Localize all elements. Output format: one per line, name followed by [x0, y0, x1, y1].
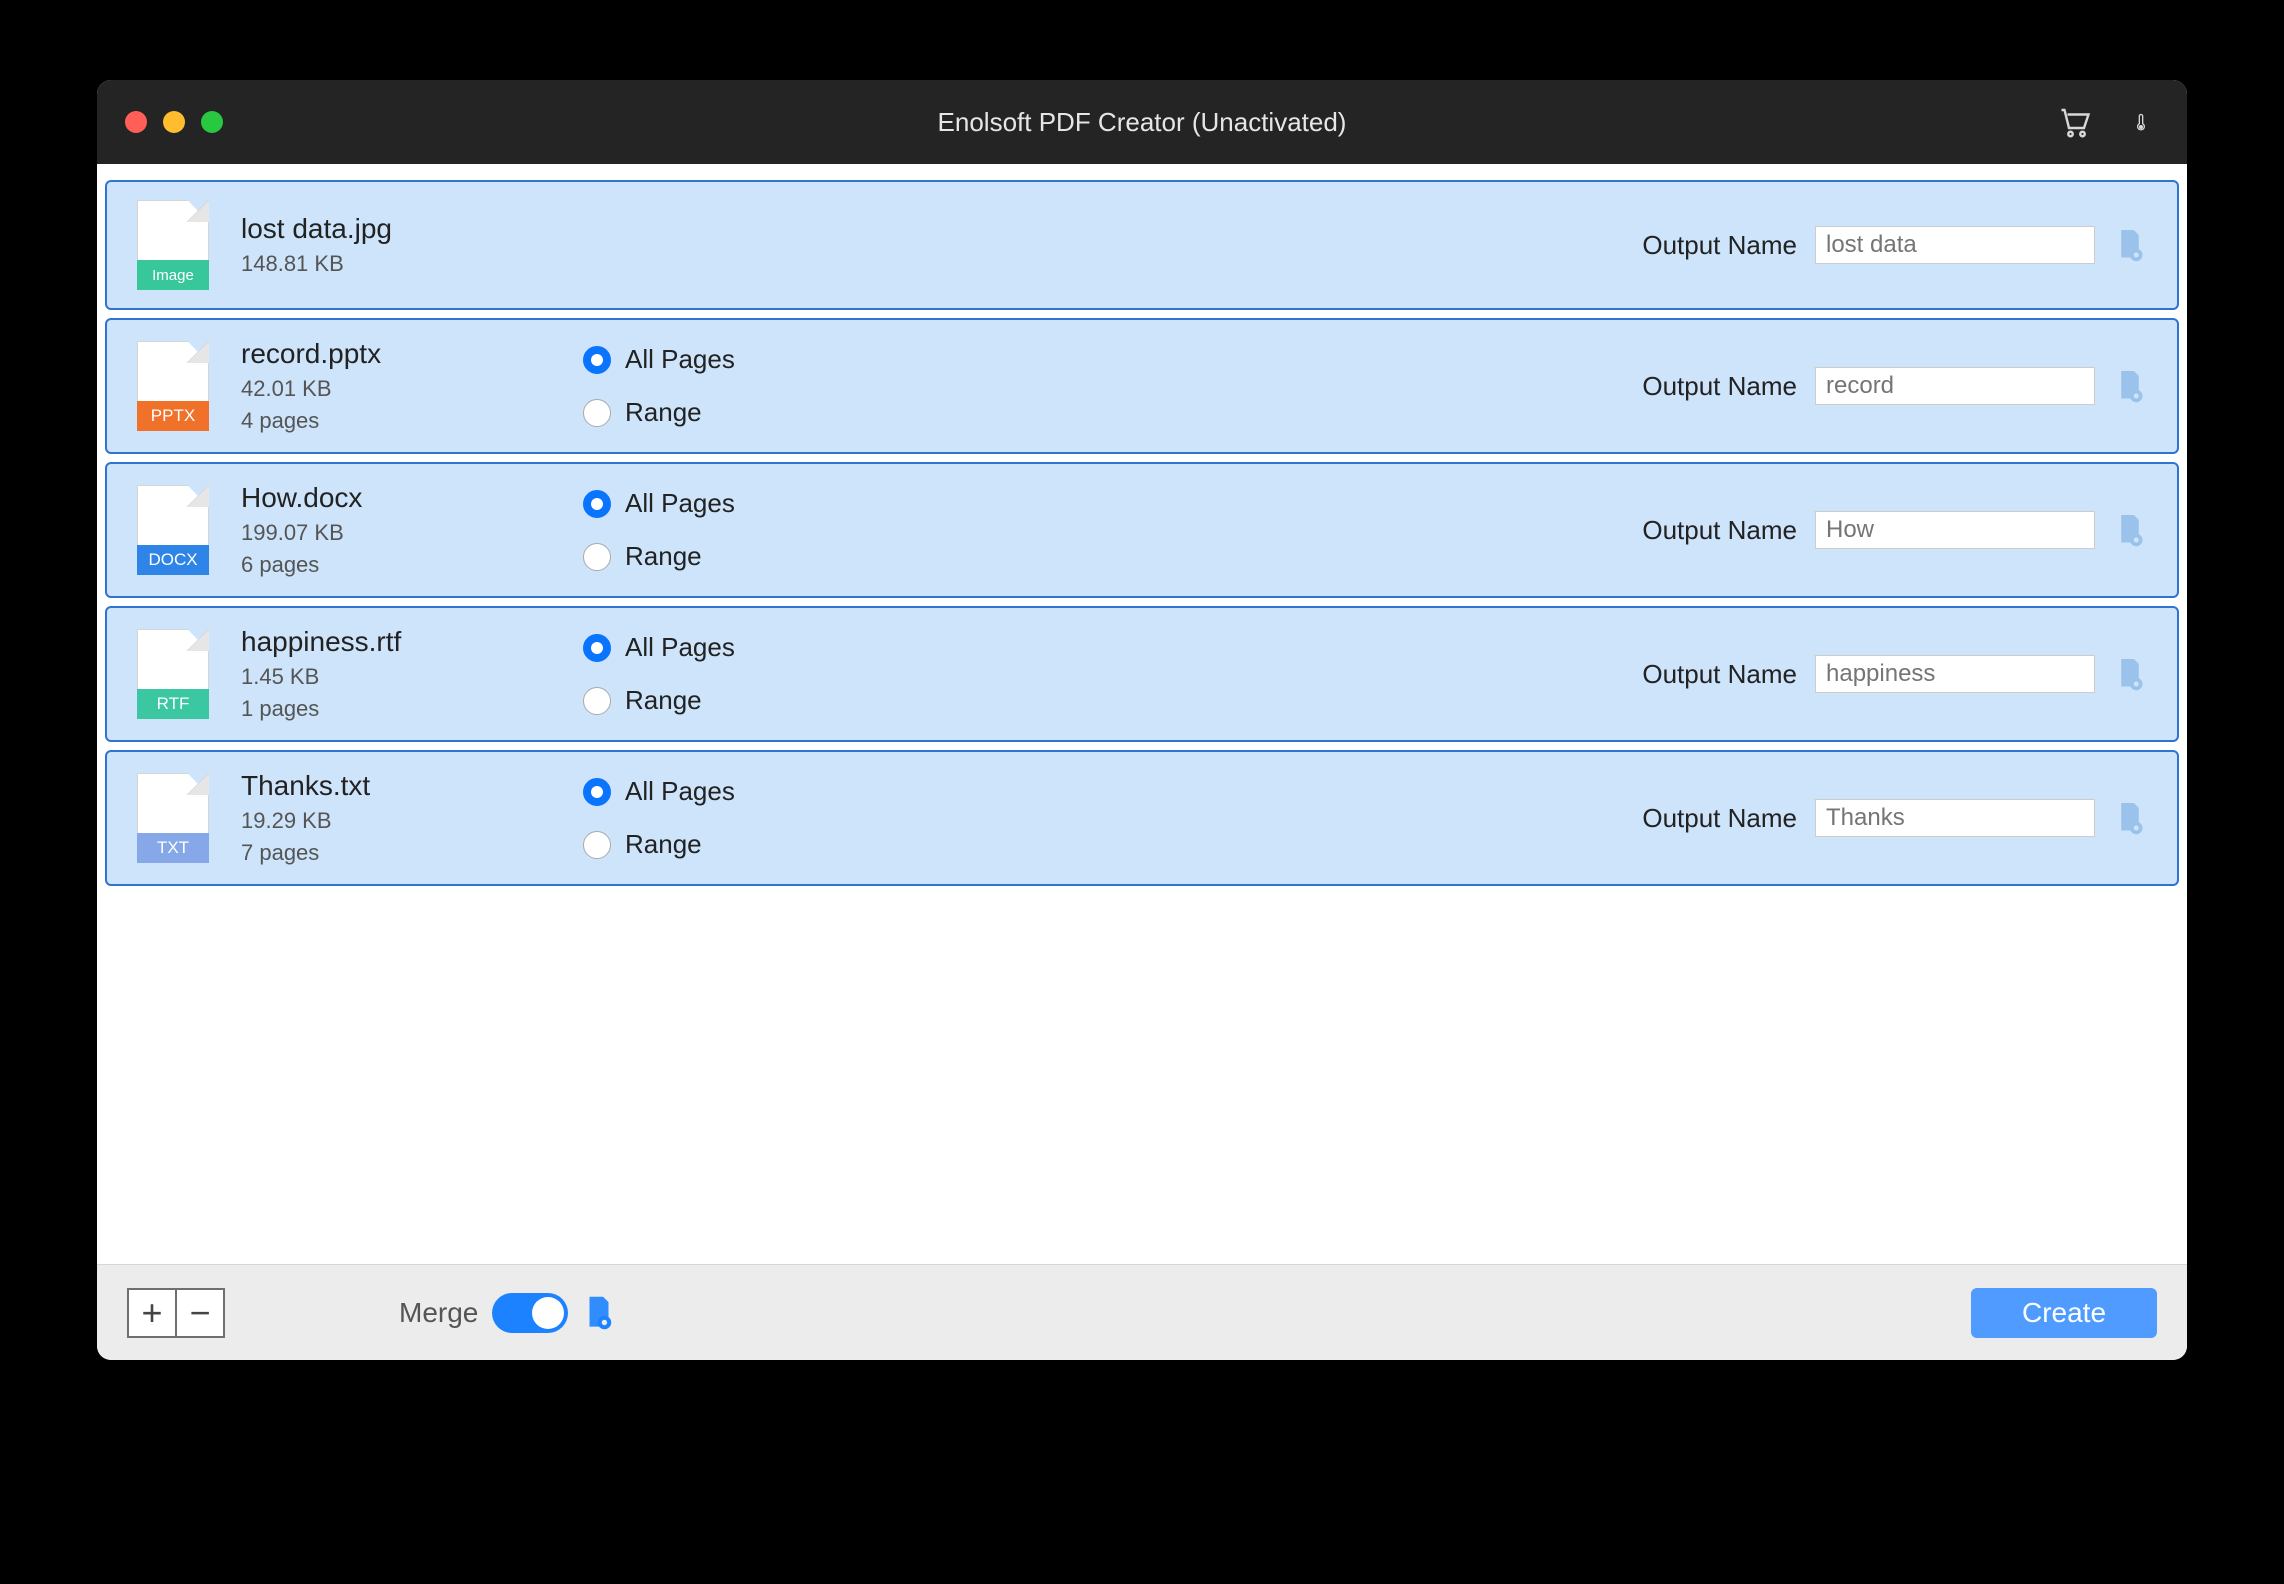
file-name: record.pptx — [241, 338, 551, 370]
range-radio[interactable] — [583, 831, 611, 859]
file-meta: Thanks.txt 19.29 KB 7 pages — [241, 770, 551, 866]
file-pages: 1 pages — [241, 696, 551, 722]
file-settings-icon[interactable] — [2113, 655, 2147, 693]
file-settings-icon[interactable] — [2113, 511, 2147, 549]
page-range-group: All Pages Range — [583, 344, 883, 428]
file-name: happiness.rtf — [241, 626, 551, 658]
add-file-button[interactable]: + — [127, 1288, 177, 1338]
all-pages-label: All Pages — [625, 776, 735, 807]
all-pages-label: All Pages — [625, 488, 735, 519]
range-radio[interactable] — [583, 543, 611, 571]
all-pages-radio[interactable] — [583, 346, 611, 374]
file-meta: record.pptx 42.01 KB 4 pages — [241, 338, 551, 434]
file-badge: RTF — [137, 689, 209, 719]
file-size: 1.45 KB — [241, 664, 551, 690]
output-name-input[interactable] — [1815, 226, 2095, 264]
file-settings-icon[interactable] — [2113, 367, 2147, 405]
file-pages: 6 pages — [241, 552, 551, 578]
output-name-input[interactable] — [1815, 511, 2095, 549]
thermometer-icon[interactable] — [2123, 104, 2159, 140]
file-settings-icon[interactable] — [2113, 226, 2147, 264]
file-name: lost data.jpg — [241, 213, 551, 245]
range-label: Range — [625, 685, 702, 716]
create-button[interactable]: Create — [1971, 1288, 2157, 1338]
output-name-label: Output Name — [1642, 659, 1797, 690]
all-pages-label: All Pages — [625, 344, 735, 375]
all-pages-radio[interactable] — [583, 490, 611, 518]
output-name-label: Output Name — [1642, 230, 1797, 261]
merge-toggle[interactable] — [492, 1293, 568, 1333]
file-badge: TXT — [137, 833, 209, 863]
remove-file-button[interactable]: − — [175, 1288, 225, 1338]
output-name-label: Output Name — [1642, 371, 1797, 402]
app-window: Enolsoft PDF Creator (Unactivated) Image… — [97, 80, 2187, 1360]
page-range-group: All Pages Range — [583, 632, 883, 716]
file-name: Thanks.txt — [241, 770, 551, 802]
file-meta: lost data.jpg 148.81 KB — [241, 213, 551, 277]
file-type-icon: RTF — [137, 629, 209, 719]
file-meta: happiness.rtf 1.45 KB 1 pages — [241, 626, 551, 722]
file-meta: How.docx 199.07 KB 6 pages — [241, 482, 551, 578]
file-row[interactable]: RTF happiness.rtf 1.45 KB 1 pages All Pa… — [105, 606, 2179, 742]
window-title: Enolsoft PDF Creator (Unactivated) — [97, 107, 2187, 138]
minimize-window-button[interactable] — [163, 111, 185, 133]
file-name: How.docx — [241, 482, 551, 514]
merge-label: Merge — [399, 1297, 478, 1329]
range-label: Range — [625, 397, 702, 428]
output-name-input[interactable] — [1815, 367, 2095, 405]
page-range-group: All Pages Range — [583, 776, 883, 860]
output-name-label: Output Name — [1642, 515, 1797, 546]
file-badge: DOCX — [137, 545, 209, 575]
range-radio[interactable] — [583, 687, 611, 715]
range-label: Range — [625, 541, 702, 572]
range-radio[interactable] — [583, 399, 611, 427]
file-size: 42.01 KB — [241, 376, 551, 402]
file-row[interactable]: PPTX record.pptx 42.01 KB 4 pages All Pa… — [105, 318, 2179, 454]
file-pages: 7 pages — [241, 840, 551, 866]
file-list: Image lost data.jpg 148.81 KB Output Nam… — [97, 164, 2187, 1264]
file-badge: Image — [137, 260, 209, 290]
window-controls — [125, 111, 223, 133]
close-window-button[interactable] — [125, 111, 147, 133]
titlebar: Enolsoft PDF Creator (Unactivated) — [97, 80, 2187, 164]
cart-icon[interactable] — [2057, 104, 2093, 140]
file-row[interactable]: TXT Thanks.txt 19.29 KB 7 pages All Page… — [105, 750, 2179, 886]
page-range-group: All Pages Range — [583, 488, 883, 572]
range-label: Range — [625, 829, 702, 860]
file-size: 148.81 KB — [241, 251, 551, 277]
all-pages-label: All Pages — [625, 632, 735, 663]
file-pages: 4 pages — [241, 408, 551, 434]
merge-settings-icon[interactable] — [582, 1294, 616, 1332]
footer-toolbar: + − Merge Create — [97, 1264, 2187, 1360]
all-pages-radio[interactable] — [583, 634, 611, 662]
file-type-icon: TXT — [137, 773, 209, 863]
file-row[interactable]: DOCX How.docx 199.07 KB 6 pages All Page… — [105, 462, 2179, 598]
file-badge: PPTX — [137, 401, 209, 431]
file-type-icon: PPTX — [137, 341, 209, 431]
file-size: 199.07 KB — [241, 520, 551, 546]
file-size: 19.29 KB — [241, 808, 551, 834]
file-type-icon: DOCX — [137, 485, 209, 575]
all-pages-radio[interactable] — [583, 778, 611, 806]
output-name-label: Output Name — [1642, 803, 1797, 834]
file-row[interactable]: Image lost data.jpg 148.81 KB Output Nam… — [105, 180, 2179, 310]
file-type-icon: Image — [137, 200, 209, 290]
output-name-input[interactable] — [1815, 655, 2095, 693]
output-name-input[interactable] — [1815, 799, 2095, 837]
file-settings-icon[interactable] — [2113, 799, 2147, 837]
zoom-window-button[interactable] — [201, 111, 223, 133]
